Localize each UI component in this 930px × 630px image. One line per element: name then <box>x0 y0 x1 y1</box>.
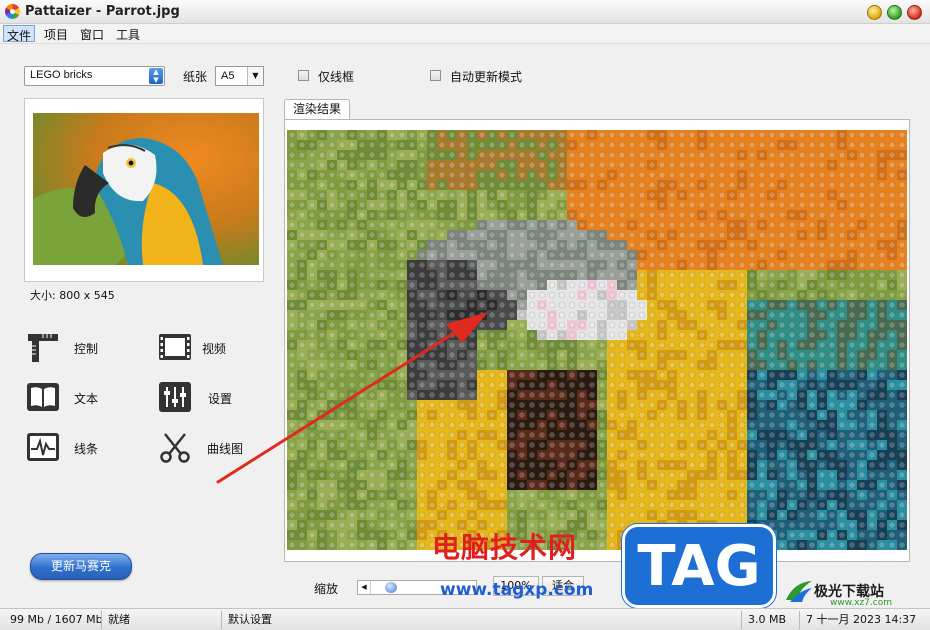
status-preset: 默认设置 <box>221 611 741 629</box>
status-state: 就绪 <box>101 611 221 629</box>
status-bar: 99 Mb / 1607 Mb 就绪 默认设置 3.0 MB 7 十一月 202… <box>0 608 930 630</box>
status-size: 3.0 MB <box>741 611 799 629</box>
watermark-url: www.tagxp.com <box>440 580 594 600</box>
status-memory: 99 Mb / 1607 Mb <box>10 613 103 626</box>
status-datetime: 7 十一月 2023 14:37 <box>799 611 927 629</box>
watermark-title: 电脑技术网 <box>432 531 578 564</box>
tag-logo-badge: TAG <box>622 524 776 608</box>
site-url: www.xz7.com <box>830 598 892 608</box>
aurora-logo-icon <box>786 581 812 602</box>
